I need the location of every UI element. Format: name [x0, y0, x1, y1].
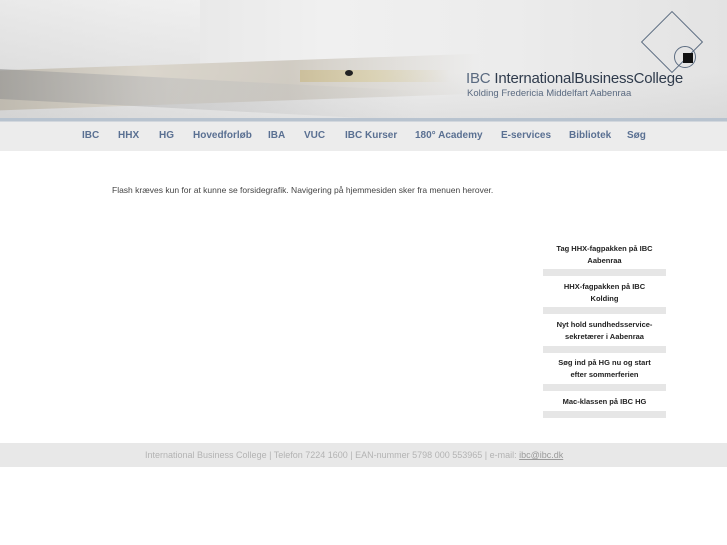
nav-item-hg[interactable]: HG: [159, 130, 174, 141]
footer-contact: International Business College | Telefon…: [145, 450, 563, 460]
logo-square-icon: [683, 53, 693, 63]
brand-name: InternationalBusinessCollege: [494, 70, 684, 87]
main-navigation: IBC HHX HG Hovedforløb IBA VUC IBC Kurse…: [0, 121, 727, 151]
nav-item-180-academy[interactable]: 180° Academy: [415, 130, 483, 141]
nav-item-vuc[interactable]: VUC: [304, 130, 325, 141]
footer-text: International Business College | Telefon…: [145, 450, 520, 460]
logo-diamond-icon: [640, 10, 704, 74]
news-divider: [543, 411, 666, 418]
news-item[interactable]: Nyt hold sundhedsservice- sekretærer i A…: [543, 319, 666, 343]
page-footer: International Business College | Telefon…: [0, 443, 727, 467]
banner-graphic: [0, 0, 200, 70]
brand-locations: Kolding Fredericia Middelfart Aabenraa: [467, 88, 632, 99]
news-item-line: Aabenraa: [587, 256, 622, 265]
nav-item-ibc-kurser[interactable]: IBC Kurser: [345, 130, 397, 141]
news-divider: [543, 384, 666, 391]
news-item-line: Mac-klassen på IBC HG: [562, 397, 647, 406]
banner-mark: [345, 70, 353, 76]
news-divider: [543, 269, 666, 276]
news-item-line: HHX-fagpakken på IBC: [563, 282, 646, 291]
news-item[interactable]: HHX-fagpakken på IBC Kolding: [543, 281, 666, 305]
nav-item-hhx[interactable]: HHX: [118, 130, 139, 141]
news-item-line: Kolding: [590, 294, 619, 303]
news-item[interactable]: Søg ind på HG nu og start efter sommerfe…: [543, 357, 666, 381]
nav-item-soeg[interactable]: Søg: [627, 130, 646, 141]
news-item[interactable]: Mac-klassen på IBC HG: [543, 396, 666, 408]
header-banner: IBC InternationalBusinessCollege Kolding…: [0, 0, 727, 121]
nav-item-ibc[interactable]: IBC: [82, 130, 99, 141]
news-item-line: Tag HHX-fagpakken på IBC: [556, 244, 653, 253]
news-item-line: Søg ind på HG nu og start: [558, 358, 651, 367]
news-divider: [543, 307, 666, 314]
nav-item-iba[interactable]: IBA: [268, 130, 285, 141]
news-divider: [543, 346, 666, 353]
nav-item-e-services[interactable]: E-services: [501, 130, 551, 141]
nav-item-hovedforloeb[interactable]: Hovedforløb: [193, 130, 252, 141]
footer-email-link[interactable]: ibc@ibc.dk: [519, 450, 563, 460]
news-item[interactable]: Tag HHX-fagpakken på IBC Aabenraa: [543, 243, 666, 267]
site-logo[interactable]: IBC InternationalBusinessCollege: [466, 70, 683, 87]
flash-notice: Flash kræves kun for at kunne se forside…: [112, 185, 494, 195]
news-item-line: Nyt hold sundhedsservice-: [556, 320, 653, 329]
news-item-line: efter sommerferien: [570, 370, 639, 379]
banner-brushstroke: [300, 70, 450, 82]
brand-prefix: IBC: [466, 70, 491, 87]
nav-item-bibliotek[interactable]: Bibliotek: [569, 130, 611, 141]
news-item-line: sekretærer i Aabenraa: [565, 332, 644, 341]
